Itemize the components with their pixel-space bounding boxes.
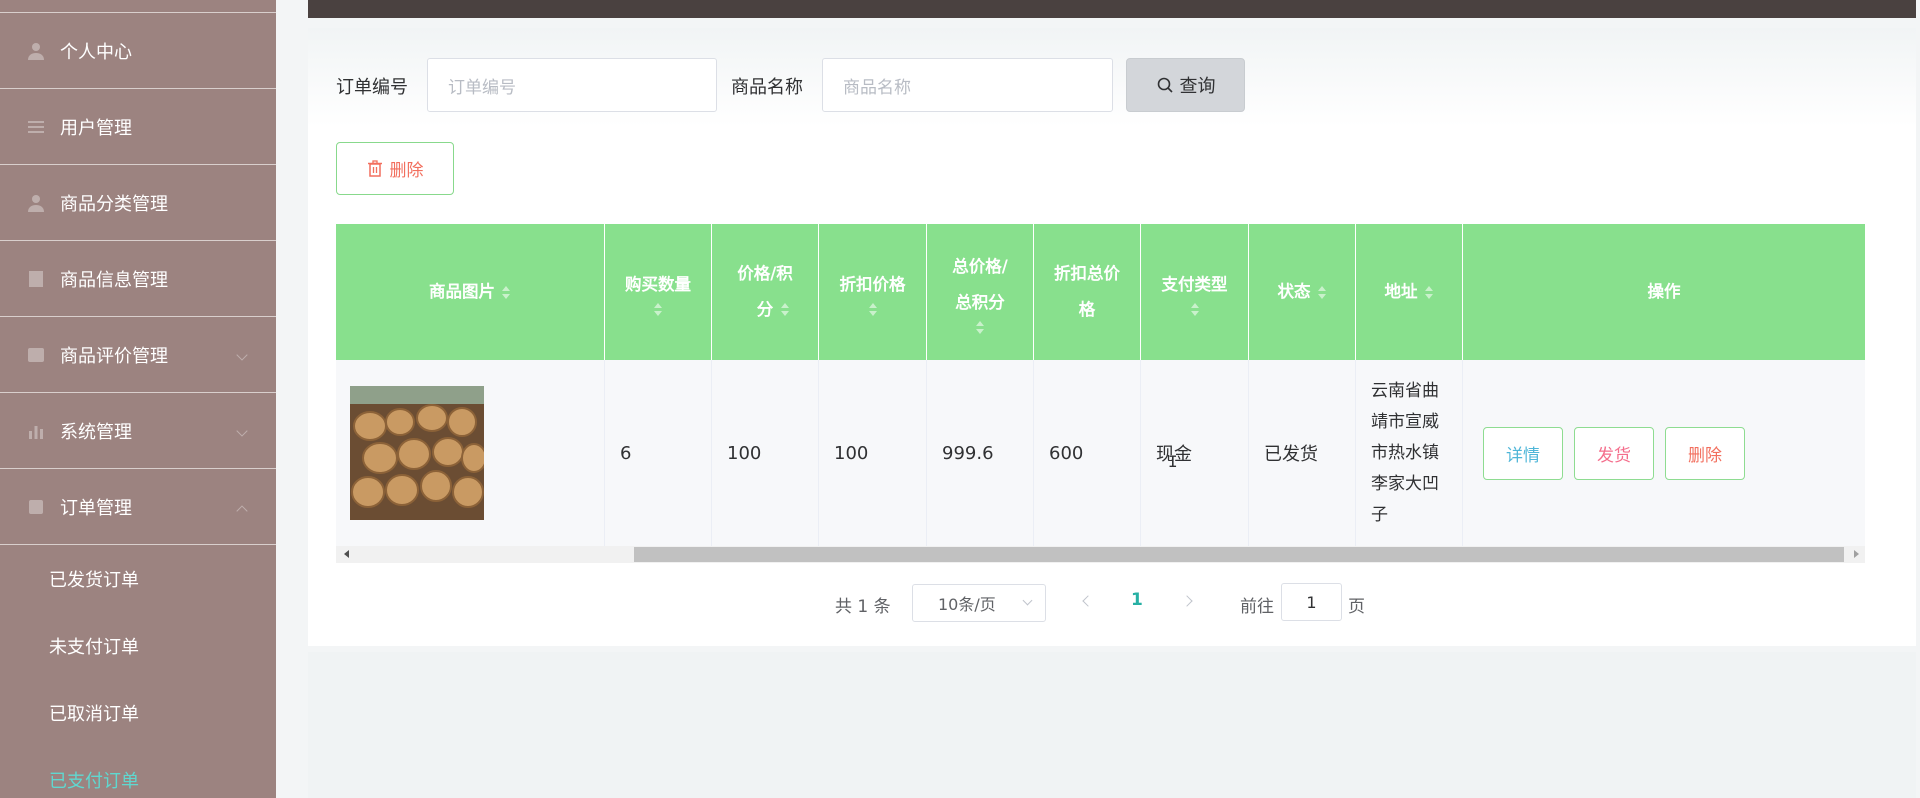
order-icon (29, 499, 43, 514)
column-header-price[interactable]: 价格/积分 (712, 224, 819, 360)
chart-icon (29, 425, 43, 439)
query-button[interactable]: 查询 (1126, 58, 1245, 112)
sidebar-subitem-unpaid-orders[interactable]: 未支付订单 (0, 612, 276, 679)
sort-icon (1317, 285, 1327, 300)
chevron-down-icon (236, 425, 248, 437)
content-footer-area (308, 652, 1916, 798)
column-header-image[interactable]: 商品图片 (336, 224, 605, 360)
page-size-value: 10条/页 (938, 595, 996, 614)
batch-delete-button[interactable]: 删除 (336, 142, 454, 195)
category-icon (28, 194, 44, 212)
sidebar: 个人中心 用户管理 商品分类管理 商品信息管理 商品评价管理 系统管理 订单管理… (0, 0, 276, 798)
order-no-input[interactable]: 订单编号 (427, 58, 717, 112)
scroll-left-icon[interactable] (344, 550, 349, 558)
cell-status: 已发货 (1249, 360, 1356, 546)
sidebar-item-label: 用户管理 (60, 117, 132, 139)
sidebar-item-label: 订单管理 (60, 497, 132, 519)
scrollbar-thumb[interactable] (634, 547, 1844, 562)
sort-icon (1424, 285, 1434, 300)
sidebar-item-label: 商品评价管理 (60, 345, 168, 367)
ship-button[interactable]: 发货 (1574, 426, 1654, 480)
row-delete-button[interactable]: 删除 (1665, 426, 1745, 480)
cell-discount-price: 100 (819, 360, 927, 546)
sidebar-item-label: 商品信息管理 (60, 269, 168, 291)
sidebar-item-review-management[interactable]: 商品评价管理 (0, 317, 276, 393)
sidebar-item-personal-center[interactable]: 个人中心 (0, 12, 276, 89)
sidebar-subitem-paid-orders[interactable]: 已支付订单 (0, 746, 276, 798)
cell-actions: 详情 发货 删除 (1463, 360, 1865, 546)
sidebar-subitem-cancelled-orders[interactable]: 已取消订单 (0, 679, 276, 746)
goto-prefix: 前往 (1240, 597, 1274, 617)
product-name-input[interactable]: 商品名称 (822, 58, 1113, 112)
cell-image (336, 360, 605, 546)
cell-quantity: 6 (605, 360, 712, 546)
sort-icon (501, 285, 511, 300)
users-icon (28, 120, 44, 133)
sidebar-item-label: 系统管理 (60, 421, 132, 443)
table-row: 6 100 100 999.6 600 现金 已发货 云南省曲靖市宣威市热水镇李… (336, 360, 1865, 546)
chevron-down-icon (236, 349, 248, 361)
sidebar-item-category-management[interactable]: 商品分类管理 (0, 165, 276, 241)
horizontal-scrollbar[interactable] (336, 546, 1865, 563)
column-header-status[interactable]: 状态 (1249, 224, 1356, 360)
table-header: 商品图片 购买数量 价格/积分 折扣价格 总价格/总积分 折扣总价格 支付类型 … (336, 224, 1865, 360)
search-icon (1157, 77, 1173, 93)
pagination-total: 共 1 条 (835, 597, 891, 617)
chevron-down-icon (1022, 595, 1033, 606)
cell-pay-type: 现金 (1141, 360, 1249, 546)
sidebar-subitem-shipped-orders[interactable]: 已发货订单 (0, 545, 276, 612)
cell-total: 999.6 (927, 360, 1034, 546)
review-icon (28, 347, 44, 362)
column-header-discount-price[interactable]: 折扣价格 (819, 224, 927, 360)
sidebar-item-label: 商品分类管理 (60, 193, 168, 215)
sidebar-item-order-management[interactable]: 订单管理 (0, 469, 276, 545)
sort-icon (1190, 303, 1200, 317)
cell-discount-total: 600 (1034, 360, 1141, 546)
order-no-label: 订单编号 (336, 77, 408, 98)
goods-icon (29, 270, 43, 287)
sort-icon (780, 303, 790, 317)
text-cursor-icon: I (1168, 452, 1178, 471)
page-number-1[interactable]: 1 (1131, 590, 1143, 610)
top-bar (308, 0, 1916, 18)
sort-icon (653, 303, 663, 317)
chevron-up-icon (236, 505, 248, 517)
sidebar-item-system-management[interactable]: 系统管理 (0, 393, 276, 469)
product-name-label: 商品名称 (731, 77, 803, 98)
sort-icon (868, 303, 878, 317)
column-header-total[interactable]: 总价格/总积分 (927, 224, 1034, 360)
column-header-actions: 操作 (1647, 282, 1681, 301)
sidebar-item-user-management[interactable]: 用户管理 (0, 89, 276, 165)
cell-price: 100 (712, 360, 819, 546)
column-header-address[interactable]: 地址 (1356, 224, 1463, 360)
detail-button[interactable]: 详情 (1483, 426, 1563, 480)
query-button-label: 查询 (1179, 76, 1216, 97)
person-icon (28, 42, 44, 60)
product-image[interactable] (350, 386, 484, 520)
sidebar-item-label: 个人中心 (60, 41, 132, 63)
orders-table: 商品图片 购买数量 价格/积分 折扣价格 总价格/总积分 折扣总价格 支付类型 … (336, 224, 1865, 546)
batch-delete-label: 删除 (389, 161, 424, 181)
address-text: 云南省曲靖市宣威市热水镇李家大凹子 (1371, 380, 1439, 525)
scroll-right-icon[interactable] (1854, 550, 1859, 558)
page-size-select[interactable]: 10条/页 (912, 584, 1046, 622)
cell-address: 云南省曲靖市宣威市热水镇李家大凹子 (1356, 360, 1463, 546)
sidebar-item-goods-management[interactable]: 商品信息管理 (0, 241, 276, 317)
sort-icon (975, 321, 985, 335)
goto-page-input[interactable]: 1 (1281, 583, 1342, 621)
goto-suffix: 页 (1348, 597, 1365, 617)
column-header-discount-total[interactable]: 折扣总价格 (1034, 224, 1141, 360)
column-header-pay-type[interactable]: 支付类型 (1141, 224, 1249, 360)
trash-icon (367, 160, 382, 177)
column-header-quantity[interactable]: 购买数量 (605, 224, 712, 360)
